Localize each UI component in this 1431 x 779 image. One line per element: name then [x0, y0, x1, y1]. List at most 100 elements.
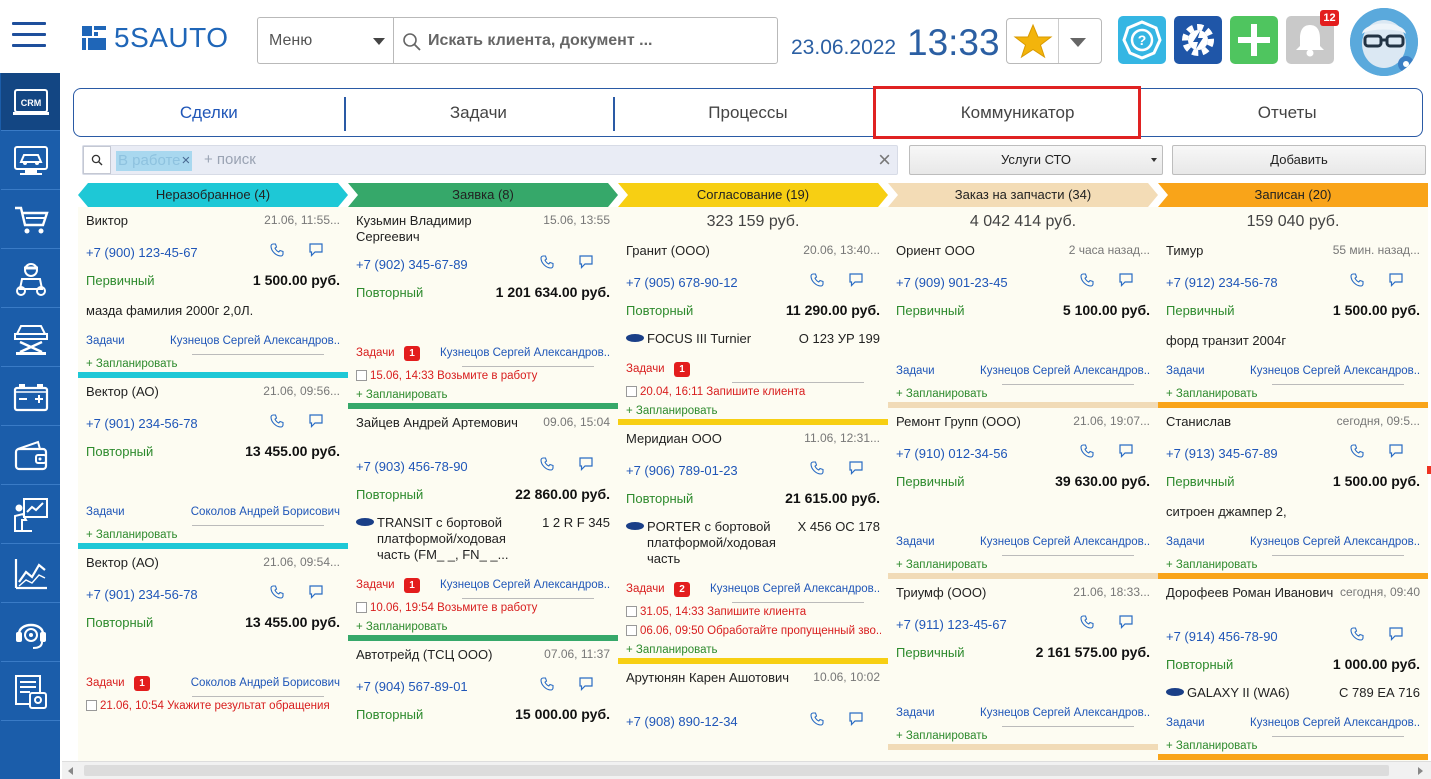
logo[interactable]: 5SAUTO [82, 22, 229, 54]
deal-card[interactable]: Виктор 21.06, 11:55... +7 (900) 123-45-67 П… [78, 207, 348, 378]
search-input[interactable] [428, 31, 768, 50]
chip-close-icon[interactable]: × [182, 152, 191, 169]
phone-icon[interactable] [270, 243, 284, 260]
deal-card[interactable]: Гранит (ООО) 20.06, 13:40... +7 (905) 678-… [618, 237, 888, 425]
todo-item[interactable]: 15.06, 14:33 Возьмите в работу [356, 370, 611, 382]
plan-link[interactable]: + Запланировать [86, 529, 178, 541]
chat-icon[interactable] [1118, 444, 1134, 461]
client-name[interactable]: Кузьмин Владимир Сергеевич [356, 213, 526, 245]
tasks-link[interactable]: Задачи [1166, 365, 1205, 377]
sidebar-item-crm[interactable]: CRM [1, 73, 60, 131]
client-name[interactable]: Автотрейд (ТСЦ ООО) [356, 647, 526, 663]
star-icon[interactable] [1011, 22, 1055, 60]
phone-icon[interactable] [1080, 615, 1094, 632]
todo-checkbox[interactable] [626, 606, 637, 617]
client-phone[interactable]: +7 (906) 789-01-23 [626, 463, 738, 478]
deal-card[interactable]: Триумф (ООО) 21.06, 18:33... +7 (911) 123-… [888, 579, 1158, 750]
phone-icon[interactable] [540, 457, 554, 474]
deal-card[interactable]: Ремонт Групп (ООО) 21.06, 19:07... +7 (910… [888, 408, 1158, 579]
clear-filter-icon[interactable]: × [878, 149, 891, 171]
column-header[interactable]: Записан (20) [1158, 183, 1428, 207]
client-phone[interactable]: +7 (908) 890-12-34 [626, 714, 738, 729]
chat-icon[interactable] [308, 585, 324, 602]
client-name[interactable]: Станислав [1166, 414, 1336, 430]
phone-icon[interactable] [1080, 444, 1094, 461]
plan-link[interactable]: + Запланировать [896, 559, 988, 571]
chat-icon[interactable] [848, 712, 864, 729]
client-phone[interactable]: +7 (904) 567-89-01 [356, 679, 468, 694]
todo-checkbox[interactable] [626, 386, 637, 397]
plan-link[interactable]: + Запланировать [1166, 559, 1258, 571]
plan-link[interactable]: + Запланировать [1166, 388, 1258, 400]
todo-checkbox[interactable] [356, 602, 367, 613]
add-button[interactable] [1230, 16, 1278, 64]
phone-icon[interactable] [810, 712, 824, 729]
deal-card[interactable]: Вектор (АО) 21.06, 09:54... +7 (901) 234-5… [78, 549, 348, 716]
plan-link[interactable]: + Запланировать [86, 358, 178, 370]
manager-name[interactable]: Кузнецов Сергей Александров... [980, 707, 1150, 719]
chat-icon[interactable] [1388, 273, 1404, 290]
column-header[interactable]: Заказ на запчасти (34) [888, 183, 1158, 207]
manager-name[interactable]: Соколов Андрей Борисович [191, 677, 340, 689]
tasks-link[interactable]: Задачи [86, 506, 125, 518]
deal-card[interactable]: Станислав сегодня, 09:5... +7 (913) 345-67… [1158, 408, 1428, 579]
phone-icon[interactable] [540, 255, 554, 272]
chevron-down-icon[interactable] [1070, 38, 1086, 47]
plan-link[interactable]: + Запланировать [896, 388, 988, 400]
sidebar-item-reports[interactable] [1, 663, 60, 721]
tab-4[interactable]: Отчеты [1152, 89, 1422, 136]
filter-bar[interactable]: В работе× + поиск × [82, 145, 898, 175]
client-phone[interactable]: +7 (901) 234-56-78 [86, 416, 198, 431]
client-name[interactable]: Арутюнян Карен Ашотович [626, 670, 796, 686]
client-phone[interactable]: +7 (902) 345-67-89 [356, 257, 468, 272]
deal-card[interactable]: Тимур 55 мин. назад... +7 (912) 234-56-78 П… [1158, 237, 1428, 408]
client-phone[interactable]: +7 (901) 234-56-78 [86, 587, 198, 602]
tasks-link[interactable]: Задачи [896, 707, 935, 719]
deal-card[interactable]: Дорофеев Роман Иванович сегодня, 09:40 +7 … [1158, 579, 1428, 760]
todo-item[interactable]: 21.06, 10:54 Укажите результат обращения [86, 700, 341, 712]
client-phone[interactable]: +7 (914) 456-78-90 [1166, 629, 1278, 644]
client-phone[interactable]: +7 (913) 345-67-89 [1166, 446, 1278, 461]
client-name[interactable]: Дорофеев Роман Иванович [1166, 585, 1336, 601]
column-header[interactable]: Заявка (8) [348, 183, 618, 207]
scroll-right-icon[interactable] [1418, 767, 1423, 775]
tasks-link[interactable]: Задачи [626, 363, 665, 375]
plan-link[interactable]: + Запланировать [356, 621, 448, 633]
user-avatar[interactable] [1350, 8, 1418, 76]
manager-name[interactable]: Кузнецов Сергей Александров... [1250, 536, 1420, 548]
tab-3[interactable]: Коммуникатор [883, 89, 1153, 136]
client-phone[interactable]: +7 (911) 123-45-67 [896, 617, 1007, 632]
tasks-link[interactable]: Задачи [1166, 717, 1205, 729]
chat-icon[interactable] [1388, 444, 1404, 461]
service-select[interactable]: Услуги СТО [909, 145, 1163, 175]
client-phone[interactable]: +7 (905) 678-90-12 [626, 275, 738, 290]
todo-item[interactable]: 10.06, 19:54 Возьмите в работу [356, 602, 611, 614]
deal-card[interactable]: Автотрейд (ТСЦ ООО) 07.06, 11:37 +7 (904) … [348, 641, 618, 761]
client-name[interactable]: Ориент ООО [896, 243, 1066, 259]
tasks-link[interactable]: Задачи [356, 579, 395, 591]
vehicle[interactable]: GALAXY II (WA6) [1166, 685, 1337, 701]
sidebar-item-shopping-cart[interactable] [1, 191, 60, 249]
deal-card[interactable]: Зайцев Андрей Артемович 09.06, 15:04 +7 (9… [348, 409, 618, 641]
deal-card[interactable]: Арутюнян Карен Ашотович 10.06, 10:02 +7 (9… [618, 664, 888, 736]
manager-name[interactable]: Кузнецов Сергей Александров... [710, 583, 880, 595]
client-name[interactable]: Гранит (ООО) [626, 243, 796, 259]
tasks-link[interactable]: Задачи [86, 677, 125, 689]
phone-icon[interactable] [270, 585, 284, 602]
scrollbar-thumb[interactable] [84, 765, 1389, 776]
scroll-left-icon[interactable] [68, 767, 73, 775]
sidebar-item-battery[interactable] [1, 368, 60, 426]
tasks-link[interactable]: Задачи [1166, 536, 1205, 548]
vehicle[interactable]: PORTER с бортовой платформой/ходовая час… [626, 519, 797, 567]
client-name[interactable]: Вектор (АО) [86, 555, 256, 571]
chat-icon[interactable] [848, 273, 864, 290]
client-name[interactable]: Виктор [86, 213, 256, 229]
client-name[interactable]: Вектор (АО) [86, 384, 256, 400]
chat-icon[interactable] [308, 243, 324, 260]
filter-chip[interactable]: В работе× [116, 151, 193, 171]
phone-icon[interactable] [1350, 273, 1364, 290]
todo-item[interactable]: 06.06, 09:50 Обработайте пропущенный зво… [626, 625, 881, 637]
client-name[interactable]: Тимур [1166, 243, 1336, 259]
vehicle[interactable]: TRANSIT с бортовой платформой/ходовая ча… [356, 515, 527, 563]
deal-card[interactable]: Меридиан ООО 11.06, 12:31... +7 (906) 789-… [618, 425, 888, 664]
